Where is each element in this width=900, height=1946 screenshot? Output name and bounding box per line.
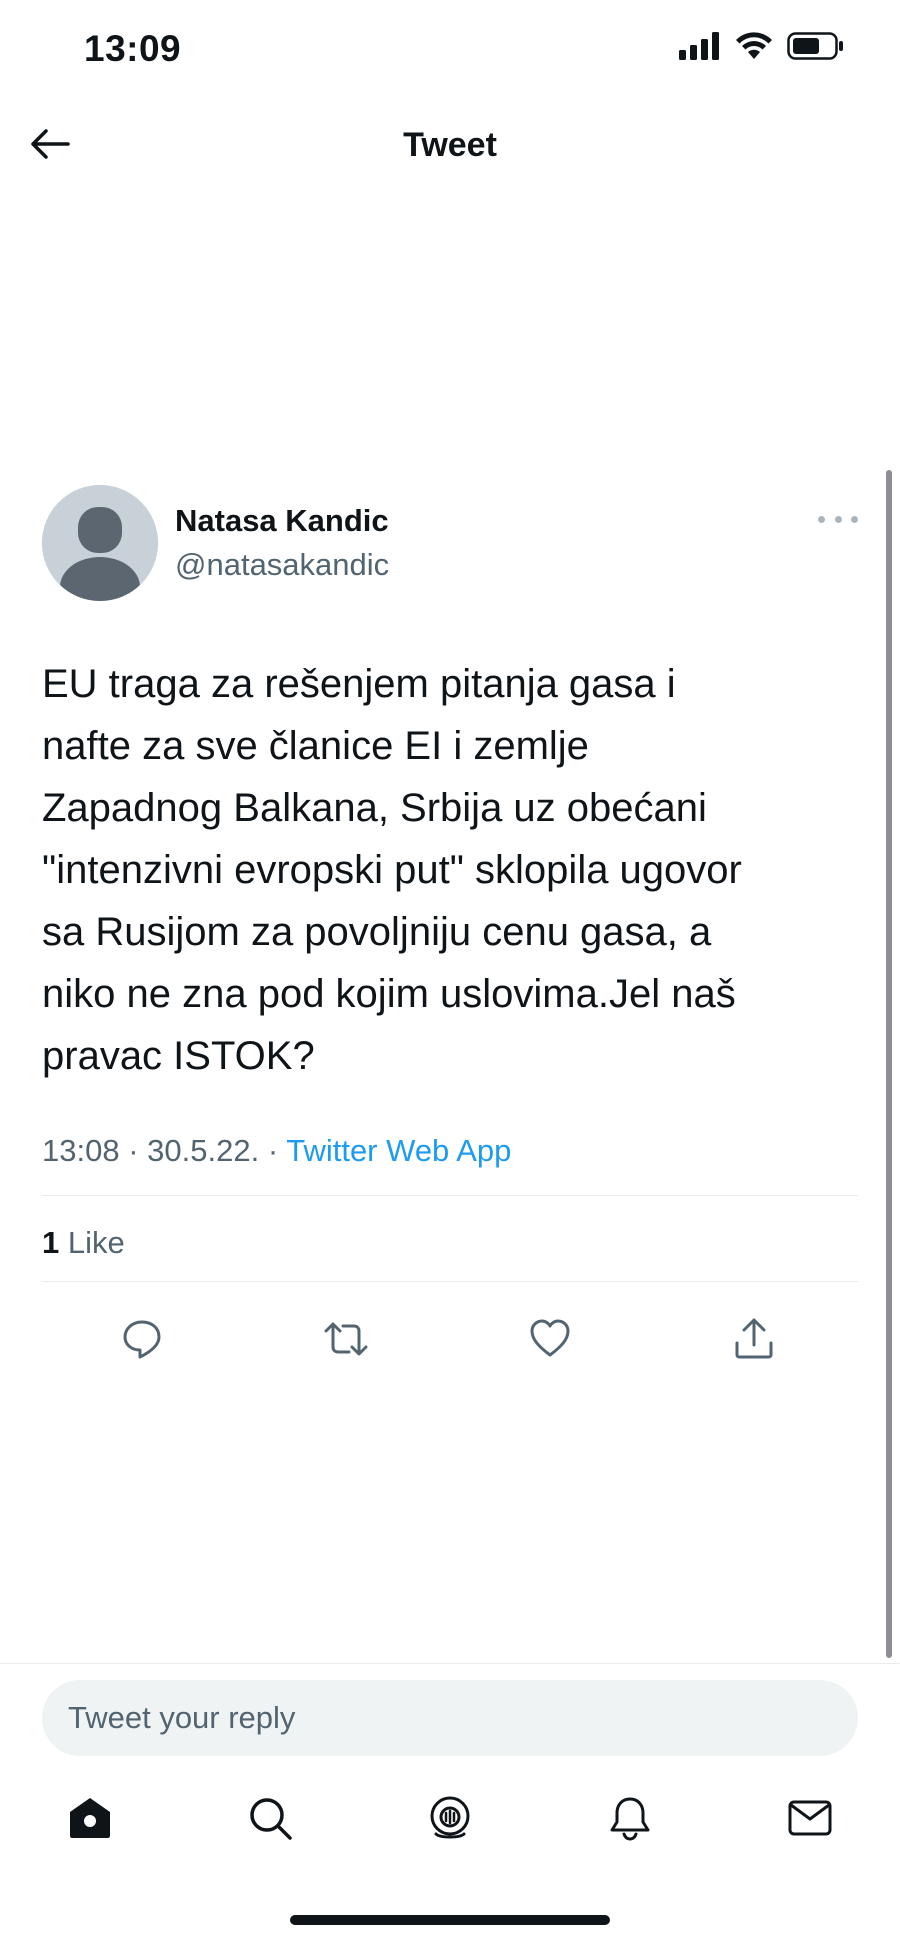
tweet-meta: 13:08 · 30.5.22. · Twitter Web App xyxy=(42,1133,511,1169)
tweet-actions xyxy=(42,1311,858,1371)
more-options-button[interactable] xyxy=(818,509,858,529)
spaces-icon xyxy=(426,1794,474,1847)
author-row: Natasa Kandic @natasakandic xyxy=(42,485,858,605)
tweet-source-link[interactable]: Twitter Web App xyxy=(286,1133,511,1168)
retweet-button[interactable] xyxy=(316,1311,376,1371)
like-button[interactable] xyxy=(520,1311,580,1371)
header: Tweet xyxy=(0,110,900,180)
notifications-icon xyxy=(606,1794,654,1847)
avatar[interactable] xyxy=(42,485,158,601)
tab-spaces[interactable] xyxy=(420,1790,480,1850)
meta-separator: · xyxy=(128,1133,139,1168)
more-dot xyxy=(834,515,842,523)
tweet-time: 13:08 xyxy=(42,1133,120,1168)
status-time: 13:09 xyxy=(84,28,182,69)
tab-home[interactable] xyxy=(60,1790,120,1850)
messages-icon xyxy=(786,1794,834,1847)
tab-search[interactable] xyxy=(240,1790,300,1850)
battery-icon xyxy=(787,32,845,65)
like-icon xyxy=(528,1317,572,1366)
reply-button[interactable] xyxy=(112,1311,172,1371)
share-icon xyxy=(732,1317,776,1366)
divider xyxy=(42,1195,858,1196)
home-indicator[interactable] xyxy=(290,1915,610,1925)
likes-count[interactable]: 1 Like xyxy=(42,1225,125,1261)
reply-input[interactable] xyxy=(42,1680,858,1756)
share-button[interactable] xyxy=(724,1311,784,1371)
tab-bar xyxy=(0,1790,900,1860)
tweet: Natasa Kandic @natasakandic EU traga za … xyxy=(42,485,858,1358)
divider xyxy=(42,1281,858,1282)
author-name[interactable]: Natasa Kandic xyxy=(175,503,389,539)
meta-separator: · xyxy=(267,1133,279,1168)
home-icon xyxy=(66,1794,114,1847)
likes-label: Like xyxy=(67,1225,125,1260)
tweet-text: EU traga za rešenjem pitanja gasa i naft… xyxy=(42,662,742,1078)
tab-notifications[interactable] xyxy=(600,1790,660,1850)
default-avatar-icon xyxy=(42,485,158,601)
more-dot xyxy=(851,515,858,523)
tweet-date: 30.5.22. xyxy=(147,1133,260,1168)
author-handle[interactable]: @natasakandic xyxy=(175,547,389,583)
status-icons xyxy=(679,32,845,65)
search-icon xyxy=(246,1794,294,1847)
retweet-icon xyxy=(322,1317,370,1366)
status-bar: 13:09 xyxy=(0,0,900,100)
likes-number: 1 xyxy=(42,1225,60,1260)
cellular-signal-icon xyxy=(679,32,721,65)
reply-icon xyxy=(120,1317,164,1366)
reply-divider xyxy=(0,1663,900,1664)
page-title: Tweet xyxy=(403,126,497,164)
wifi-icon xyxy=(735,32,773,65)
tab-messages[interactable] xyxy=(780,1790,840,1850)
scrollbar[interactable] xyxy=(886,470,892,1658)
more-horizontal-icon xyxy=(818,515,825,523)
